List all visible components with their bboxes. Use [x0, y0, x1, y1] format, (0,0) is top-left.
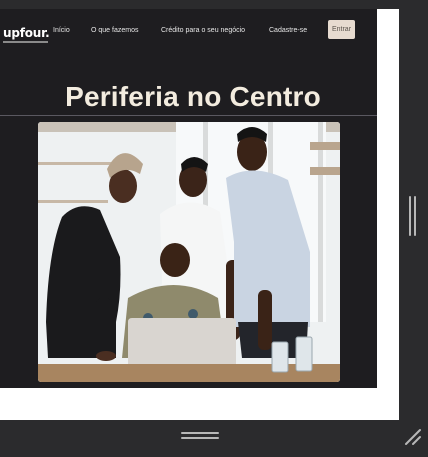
logo-tagline-mark [3, 41, 48, 43]
vertical-drag-handle-icon[interactable] [409, 196, 417, 236]
site-navbar: upfour. Início O que fazemos Crédito par… [0, 9, 377, 59]
website-page: upfour. Início O que fazemos Crédito par… [0, 9, 377, 388]
nav-link-o-que-fazemos[interactable]: O que fazemos [91, 27, 138, 34]
horizontal-drag-handle-icon[interactable] [181, 432, 219, 440]
site-logo[interactable]: upfour. [3, 26, 50, 40]
hero-divider [0, 115, 377, 116]
hero-title: Periferia no Centro [65, 81, 321, 112]
nav-link-cadastre-se[interactable]: Cadastre-se [269, 27, 307, 34]
window-top-strip [0, 0, 428, 9]
browser-viewport: upfour. Início O que fazemos Crédito par… [0, 9, 399, 420]
hero-photo [38, 122, 340, 382]
login-button[interactable]: Entrar [328, 20, 355, 39]
resize-corner-icon[interactable] [402, 426, 424, 448]
hero-photo-illustration [38, 122, 340, 382]
nav-link-inicio[interactable]: Início [53, 27, 70, 34]
nav-link-credito[interactable]: Crédito para o seu negócio [161, 27, 245, 34]
